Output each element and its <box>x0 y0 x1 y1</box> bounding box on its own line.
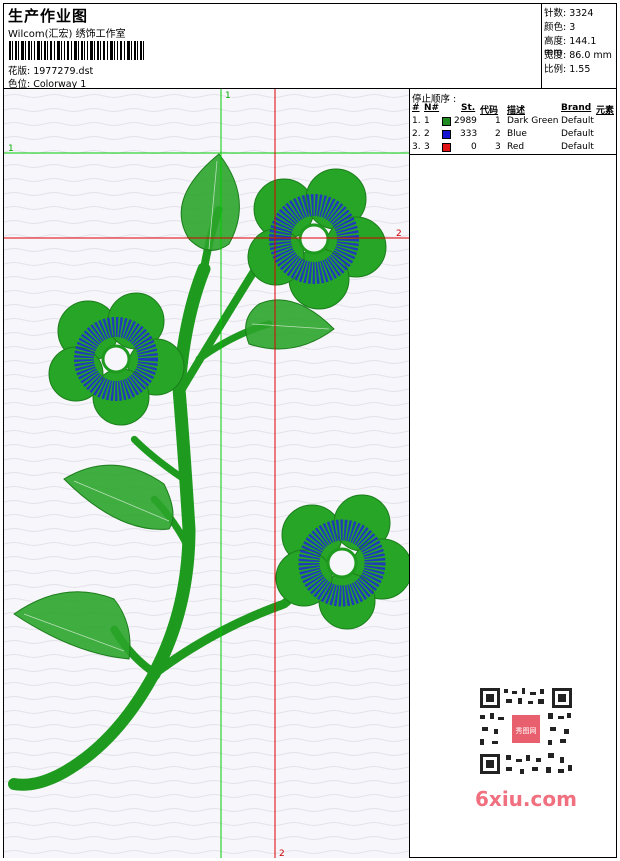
row-num: 1. <box>412 116 421 126</box>
design-file: 花版: 1977279.dst <box>8 66 94 77</box>
design-scale: 比例: 1.55 <box>544 64 591 75</box>
row-desc: Dark Green <box>507 116 559 126</box>
studio-name: Wilcom(汇宏) 绣饰工作室 <box>8 29 126 40</box>
design-stats: 针数: 3324 颜色: 3 高度: 144.1 mm 宽度: 86.0 mm … <box>541 4 616 89</box>
row-num: 2. <box>412 129 421 139</box>
guide-label-h2: 2 <box>396 229 402 239</box>
row-brand: Default <box>561 129 594 139</box>
row-needle: 2 <box>424 129 430 139</box>
table-row: 1. 1 2989 1 Dark Green Default <box>410 115 616 128</box>
guide-label-h1: 1 <box>8 144 14 154</box>
row-needle: 3 <box>424 142 430 152</box>
col-header-n: N# <box>424 103 440 113</box>
color-count: 颜色: 3 <box>544 22 576 33</box>
thread-table: # N# St. 代码 描述 Brand 元素 1. 1 2989 1 Dark… <box>410 102 616 155</box>
row-num: 3. <box>412 142 421 152</box>
guide-label-v2: 2 <box>279 849 285 858</box>
row-brand: Default <box>561 116 594 126</box>
col-header-num: # <box>412 103 420 113</box>
row-brand: Default <box>561 142 594 152</box>
design-width: 宽度: 86.0 mm <box>544 50 612 61</box>
table-header: # N# St. 代码 描述 Brand 元素 <box>410 102 616 116</box>
row-code: 3 <box>495 142 501 152</box>
row-desc: Red <box>507 142 525 152</box>
watermark: 6xiu.com <box>475 787 577 811</box>
design-preview: 1 1 2 2 <box>4 89 410 858</box>
color-swatch <box>442 117 451 126</box>
row-desc: Blue <box>507 129 527 139</box>
color-swatch <box>442 143 451 152</box>
col-header-brand: Brand <box>561 103 592 113</box>
qr-code: 秀图网 <box>470 683 582 779</box>
colorway: 色位: Colorway 1 <box>8 79 87 90</box>
table-row: 2. 2 333 2 Blue Default <box>410 128 616 141</box>
worksheet-header: 生产作业图 Wilcom(汇宏) 绣饰工作室 花版: 1977279.dst 色… <box>4 4 616 90</box>
guide-label-v1: 1 <box>225 91 231 101</box>
barcode <box>9 41 144 60</box>
stitch-count: 针数: 3324 <box>544 8 594 19</box>
row-stitches: 2989 <box>454 116 477 126</box>
qr-badge-text: 秀图网 <box>516 726 537 735</box>
row-stitches: 0 <box>471 142 477 152</box>
row-needle: 1 <box>424 116 430 126</box>
col-header-stitches: St. <box>461 103 476 113</box>
table-row: 3. 3 0 3 Red Default <box>410 141 616 154</box>
row-stitches: 333 <box>460 129 478 139</box>
color-swatch <box>442 130 451 139</box>
row-code: 1 <box>495 116 501 126</box>
page-title: 生产作业图 <box>8 7 89 25</box>
row-code: 2 <box>495 129 501 139</box>
embroidery-preview: 1 1 2 2 <box>4 89 409 858</box>
